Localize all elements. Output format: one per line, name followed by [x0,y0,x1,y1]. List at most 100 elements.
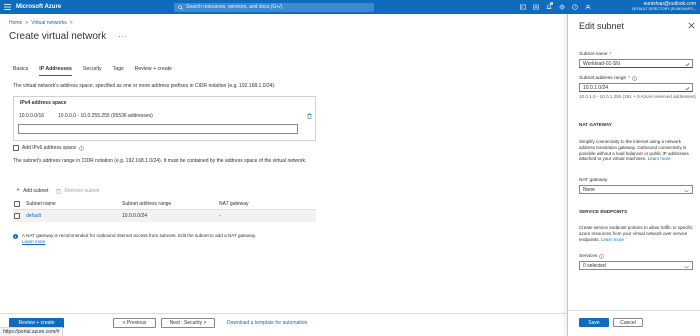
ipv4-cidr: 10.0.0.0/16 [19,113,45,119]
nat-recommendation: A NAT gateway is recommended for outboun… [13,233,323,245]
subnet-nat-cell: - [219,213,221,219]
subnet-description: The subnet's address range in CIDR notat… [13,158,307,164]
panel-title: Edit subnet [579,21,625,31]
address-range-value: 10.0.1.0/24 [583,84,609,91]
tab-security[interactable]: Security [83,66,102,76]
panel-footer-divider [568,310,700,311]
services-label: Services [579,254,605,259]
svg-text:?: ? [574,5,576,9]
column-header-address-range: Subnet address range [122,200,172,207]
column-header-subnet-name: Subnet name [26,200,56,207]
trash-icon [56,188,61,194]
notifications-icon[interactable]: 1 [544,2,553,12]
tab-tags[interactable]: Tags [113,66,124,76]
previous-button[interactable]: < Previous [113,318,156,328]
cancel-button[interactable]: Cancel [613,318,643,327]
subnet-name-input[interactable]: Workload-01-SN [579,59,693,68]
subnet-table: Subnet name Subnet address range NAT gat… [13,198,316,222]
add-ipv6-label: Add IPv6 address space [22,145,77,151]
row-checkbox[interactable] [14,213,20,219]
services-label-text: Services [579,254,598,259]
table-row[interactable]: default 10.0.0.0/24 - [13,210,316,222]
ipv4-address-input[interactable] [18,124,298,134]
chevron-down-icon [684,265,689,268]
ipv4-row: 10.0.0.0/16 10.0.0.0 - 10.0.255.255 (655… [19,113,312,119]
nat-note-text: A NAT gateway is recommended for outboun… [22,233,256,238]
address-range-label: Subnet address range * [579,76,637,81]
account-menu[interactable]: eunishap@outlook.com DEFAULT DIRECTORY (… [606,1,696,12]
info-icon[interactable] [632,76,637,81]
settings-icon[interactable] [557,2,566,12]
subnet-name-value: Workload-01-SN [583,60,620,67]
required-mark: * [628,76,631,81]
breadcrumb-home[interactable]: Home [9,20,22,26]
user-directory: DEFAULT DIRECTORY (EUNISHAPO... [631,7,696,11]
info-icon [13,234,18,239]
nat-gateway-select[interactable]: None [579,185,693,194]
breadcrumb-separator: > [25,20,29,26]
nat-gateway-description: Simplify connectivity to the internet us… [579,139,697,162]
address-space-description: The virtual network's address space, spe… [13,83,276,89]
search-placeholder: Search resources, services, and docs (G+… [186,4,283,10]
address-range-input[interactable]: 10.0.1.0/24 [579,83,693,92]
ipv4-range: 10.0.0.0 - 10.0.255.255 (65536 addresses… [58,113,153,119]
subnet-name-link[interactable]: default [26,213,122,219]
nat-learn-more-link[interactable]: Learn more [648,156,671,161]
search-input[interactable]: Search resources, services, and docs (G+… [174,2,374,12]
remove-subnet-label: Remove subnet [64,187,100,194]
services-value: 0 selected [583,262,606,269]
subnet-toolbar: + Add subnet Remove subnet [16,187,99,194]
remove-subnet-button[interactable]: Remove subnet [56,187,99,194]
column-header-nat-gateway: NAT gateway [219,200,249,207]
directory-filter-icon[interactable] [531,2,540,12]
info-icon[interactable] [599,254,605,259]
menu-icon[interactable] [0,0,14,14]
service-endpoints-section: SERVICE ENDPOINTS [579,209,628,214]
add-ipv6-row: Add IPv6 address space [13,145,85,151]
se-learn-more-link[interactable]: Learn more [601,237,624,242]
feedback-icon[interactable] [583,2,592,12]
help-icon[interactable]: ? [570,2,579,12]
tab-basics[interactable]: Basics [13,66,28,76]
subnet-range-cell: 10.0.0.0/24 [122,213,148,219]
more-options-icon[interactable]: ··· [118,32,128,41]
se-text: Create service endpoint policies to allo… [579,225,693,242]
status-bar-url: https://portal.azure.com/# [0,327,64,336]
save-button[interactable]: Save [579,318,609,327]
brand-title[interactable]: Microsoft Azure [16,4,161,10]
service-endpoints-description: Create service endpoint policies to allo… [579,225,697,242]
table-header-row: Subnet name Subnet address range NAT gat… [13,198,316,210]
address-range-hint: 10.0.1.0 - 10.0.1.255 (251 + 5 Azure res… [579,94,696,99]
page-title-row: Create virtual network ··· [9,31,128,42]
download-template-link[interactable]: Download a template for automation [227,320,307,326]
breadcrumb: Home > Virtual networks > [9,20,73,26]
add-ipv6-checkbox[interactable] [13,145,19,151]
nat-text: Simplify connectivity to the internet us… [579,139,689,162]
address-range-label-text: Subnet address range [579,76,627,81]
breadcrumb-virtual-networks[interactable]: Virtual networks [31,20,66,26]
page-title: Create virtual network [9,31,107,42]
check-icon [685,62,690,66]
nat-gateway-label: NAT gateway [579,178,608,183]
subnet-name-label: Subnet name * [579,52,611,57]
ipv4-address-space-box: IPv4 address space 10.0.0.0/16 10.0.0.0 … [13,96,316,141]
add-subnet-label: Add subnet [23,187,49,194]
next-button[interactable]: Next : Security > [161,318,215,328]
delete-icon[interactable] [307,113,312,119]
nat-note-learn-more[interactable]: Learn more [22,239,46,244]
footer-divider [0,313,566,314]
tab-review-create[interactable]: Review + create [135,66,172,76]
services-select[interactable]: 0 selected [579,261,693,270]
close-icon[interactable] [688,22,695,29]
select-all-checkbox[interactable] [14,200,20,207]
subnet-name-label-text: Subnet name [579,52,608,57]
breadcrumb-separator: > [69,20,73,26]
required-mark: * [609,52,612,57]
nat-gateway-value: None [583,186,595,193]
tab-ip-addresses[interactable]: IP Addresses [39,66,72,76]
info-icon[interactable] [79,145,85,151]
add-subnet-button[interactable]: + Add subnet [16,187,48,194]
top-bar: Microsoft Azure Search resources, servic… [0,0,700,14]
cloud-shell-icon[interactable] [518,2,527,12]
plus-icon: + [16,187,21,194]
